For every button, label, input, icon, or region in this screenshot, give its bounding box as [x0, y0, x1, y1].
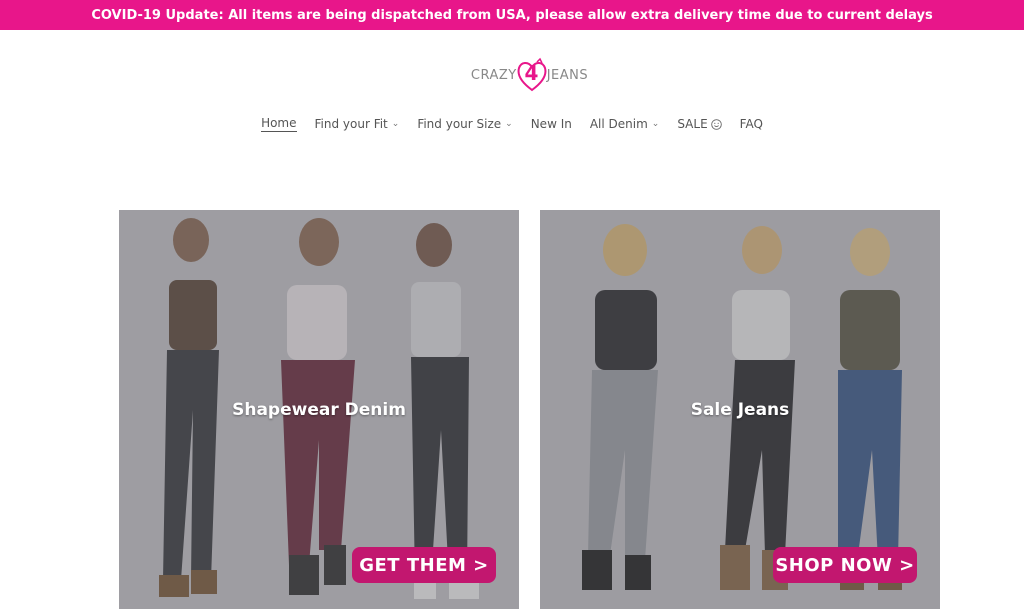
- announcement-text: COVID-19 Update: All items are being dis…: [91, 7, 933, 23]
- nav-item-new-in[interactable]: New In: [522, 115, 581, 133]
- card-title: Sale Jeans: [690, 400, 790, 420]
- chevron-down-icon: ⌄: [505, 119, 513, 129]
- nav-item-all-denim[interactable]: All Denim ⌄: [581, 115, 669, 133]
- announcement-bar: COVID-19 Update: All items are being dis…: [0, 0, 1024, 30]
- nav-item-sale[interactable]: SALE: [668, 115, 730, 133]
- chevron-down-icon: ⌄: [391, 119, 400, 129]
- chevron-down-icon: ⌄: [651, 119, 660, 129]
- shop-now-button[interactable]: SHOP NOW >: [773, 547, 917, 583]
- smile-icon: [710, 118, 722, 130]
- logo-text-left: CRAZY: [470, 67, 517, 83]
- logo-number: 4: [524, 61, 539, 85]
- nav-item-home[interactable]: Home: [252, 115, 305, 133]
- card-title: Shapewear Denim: [232, 400, 406, 420]
- nav-item-find-your-fit[interactable]: Find your Fit ⌄: [306, 115, 409, 133]
- logo-text-right: JEANS: [546, 67, 589, 83]
- promo-card-shapewear[interactable]: Shapewear Denim GET THEM >: [119, 210, 519, 609]
- heart-icon: 4: [515, 56, 549, 94]
- site-logo[interactable]: CRAZY 4 JEANS: [470, 55, 589, 95]
- nav-item-faq[interactable]: FAQ: [731, 115, 772, 133]
- main-navigation: Home Find your Fit ⌄ Find your Size ⌄ Ne…: [0, 115, 1024, 135]
- get-them-button[interactable]: GET THEM >: [352, 547, 496, 583]
- nav-item-find-your-size[interactable]: Find your Size ⌄: [408, 115, 521, 133]
- promo-card-sale[interactable]: Sale Jeans SHOP NOW >: [540, 210, 940, 609]
